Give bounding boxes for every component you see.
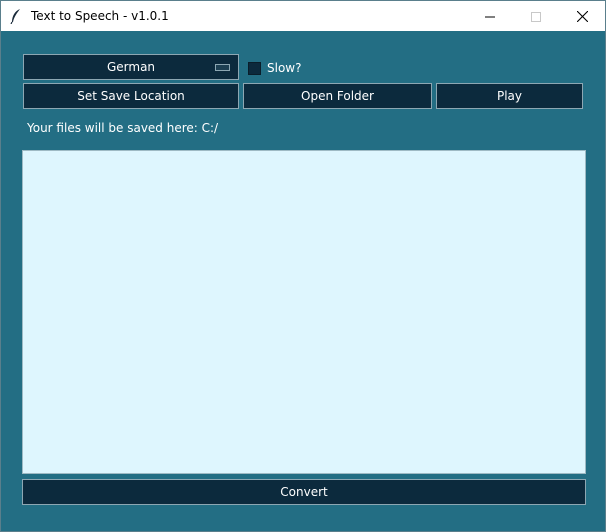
save-path-label: Your files will be saved here: C:/ [27, 121, 219, 135]
slow-checkbox[interactable] [248, 61, 261, 75]
language-dropdown[interactable]: German [23, 54, 239, 80]
dropdown-indicator-icon [215, 64, 230, 71]
minimize-button[interactable] [467, 1, 513, 31]
feather-quill-icon [9, 8, 23, 25]
open-folder-button[interactable]: Open Folder [243, 83, 432, 109]
slow-option[interactable]: Slow? [248, 60, 301, 76]
maximize-button[interactable] [513, 1, 559, 31]
minimize-icon [485, 7, 495, 26]
window-title: Text to Speech - v1.0.1 [31, 9, 169, 23]
text-input-area[interactable] [22, 150, 586, 474]
set-save-location-button[interactable]: Set Save Location [23, 83, 239, 109]
title-bar[interactable]: Text to Speech - v1.0.1 [1, 1, 605, 31]
play-button[interactable]: Play [436, 83, 583, 109]
slow-checkbox-label: Slow? [267, 61, 302, 75]
close-icon [576, 7, 588, 26]
maximize-icon [531, 7, 541, 26]
language-selected-label: German [106, 60, 156, 74]
main-content: German Slow? Set Save Location Open Fold… [1, 31, 605, 531]
app-window: Text to Speech - v1.0.1 German Slow? Set… [0, 0, 606, 532]
convert-button[interactable]: Convert [22, 479, 586, 505]
close-button[interactable] [559, 1, 605, 31]
